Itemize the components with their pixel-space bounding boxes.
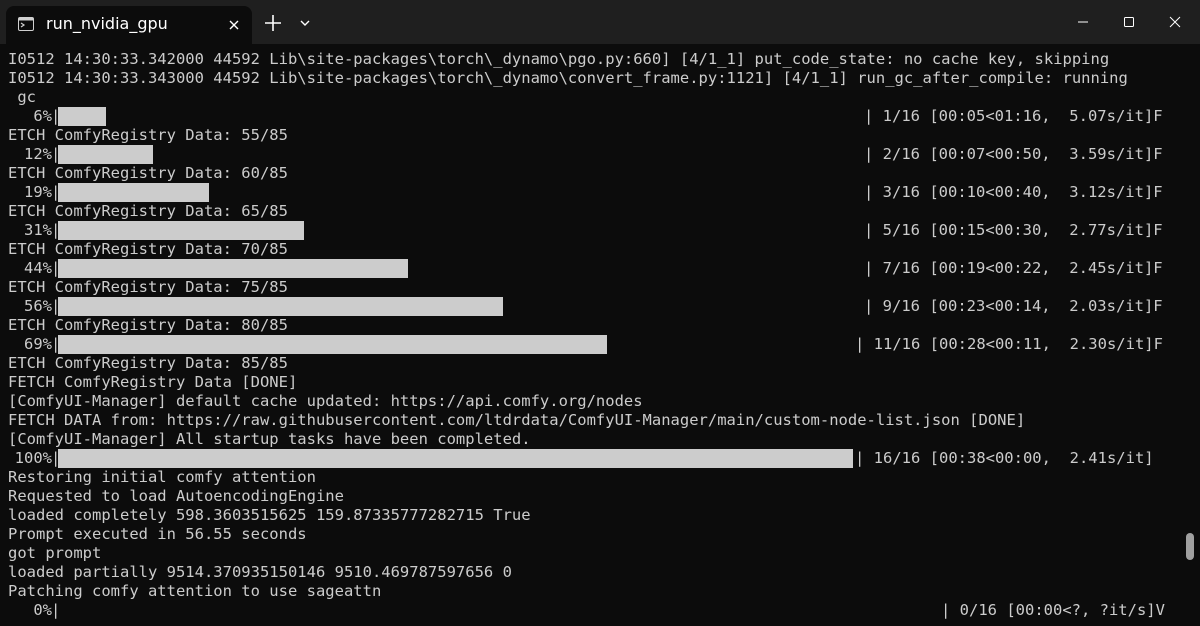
log-line: ETCH ComfyRegistry Data: 60/85 bbox=[8, 164, 288, 182]
log-line: I0512 14:30:33.342000 44592 Lib\site-pac… bbox=[8, 50, 1110, 68]
log-line: [ComfyUI-Manager] All startup tasks have… bbox=[8, 430, 531, 448]
progress-percent: 19% bbox=[24, 183, 52, 201]
progress-bar-fill bbox=[58, 259, 408, 278]
close-icon[interactable] bbox=[1152, 8, 1198, 36]
progress-bar-start: | bbox=[51, 601, 61, 619]
terminal-icon bbox=[18, 16, 34, 32]
scrollbar-thumb[interactable] bbox=[1186, 533, 1194, 560]
progress-percent: 6% bbox=[33, 107, 52, 125]
progress-stats: | 0/16 [00:00<?, ?it/s]V bbox=[941, 601, 1165, 619]
progress-bar-fill bbox=[58, 145, 153, 164]
tab-title: run_nvidia_gpu bbox=[46, 14, 168, 33]
log-line: loaded completely 598.3603515625 159.873… bbox=[8, 506, 531, 524]
progress-percent: 69% bbox=[24, 335, 52, 353]
log-line: FETCH ComfyRegistry Data [DONE] bbox=[8, 373, 298, 391]
log-line: [ComfyUI-Manager] default cache updated:… bbox=[8, 392, 643, 410]
progress-bar-fill bbox=[58, 297, 503, 316]
tab-run-nvidia-gpu[interactable]: run_nvidia_gpu bbox=[6, 6, 252, 44]
progress-bar-fill bbox=[58, 183, 209, 202]
progress-stats: | 1/16 [00:05<01:16, 5.07s/it]F bbox=[864, 107, 1163, 125]
log-line: gc bbox=[8, 88, 36, 106]
progress-stats: | 11/16 [00:28<00:11, 2.30s/it]F bbox=[855, 335, 1163, 353]
chevron-down-icon[interactable] bbox=[296, 14, 314, 32]
progress-stats: | 2/16 [00:07<00:50, 3.59s/it]F bbox=[864, 145, 1163, 163]
log-line: ETCH ComfyRegistry Data: 70/85 bbox=[8, 240, 288, 258]
progress-bar-fill bbox=[58, 335, 607, 354]
log-line: Requested to load AutoencodingEngine bbox=[8, 487, 344, 505]
log-line: Restoring initial comfy attention bbox=[8, 468, 316, 486]
maximize-icon[interactable] bbox=[1106, 8, 1152, 36]
progress-stats: | 7/16 [00:19<00:22, 2.45s/it]F bbox=[864, 259, 1163, 277]
plus-icon[interactable] bbox=[262, 12, 284, 34]
log-line: I0512 14:30:33.343000 44592 Lib\site-pac… bbox=[8, 69, 1128, 87]
progress-percent: 0% bbox=[33, 601, 52, 619]
log-line: ETCH ComfyRegistry Data: 85/85 bbox=[8, 354, 288, 372]
progress-stats: | 9/16 [00:23<00:14, 2.03s/it]F bbox=[864, 297, 1163, 315]
terminal-output[interactable]: I0512 14:30:33.342000 44592 Lib\site-pac… bbox=[0, 44, 1180, 626]
progress-bar-fill bbox=[58, 221, 304, 240]
progress-percent: 31% bbox=[24, 221, 52, 239]
log-line: ETCH ComfyRegistry Data: 80/85 bbox=[8, 316, 288, 334]
minimize-icon[interactable] bbox=[1060, 8, 1106, 36]
log-line: ETCH ComfyRegistry Data: 65/85 bbox=[8, 202, 288, 220]
progress-bar-fill bbox=[58, 107, 106, 126]
progress-stats: | 16/16 [00:38<00:00, 2.41s/it] bbox=[855, 449, 1154, 467]
close-tab-icon[interactable] bbox=[224, 15, 244, 35]
terminal-window: run_nvidia_gpu I0512 14:30:33.342000 445… bbox=[0, 0, 1200, 626]
progress-percent: 56% bbox=[24, 297, 52, 315]
title-bar[interactable]: run_nvidia_gpu bbox=[0, 0, 1200, 44]
log-line: ETCH ComfyRegistry Data: 55/85 bbox=[8, 126, 288, 144]
progress-stats: | 3/16 [00:10<00:40, 3.12s/it]F bbox=[864, 183, 1163, 201]
progress-percent: 44% bbox=[24, 259, 52, 277]
log-line: got prompt bbox=[8, 544, 102, 562]
progress-percent: 12% bbox=[24, 145, 52, 163]
log-line: Patching comfy attention to use sageattn bbox=[8, 582, 382, 600]
log-line: ETCH ComfyRegistry Data: 75/85 bbox=[8, 278, 288, 296]
progress-stats: | 5/16 [00:15<00:30, 2.77s/it]F bbox=[864, 221, 1163, 239]
progress-percent: 100% bbox=[14, 449, 52, 467]
log-line: FETCH DATA from: https://raw.githubuserc… bbox=[8, 411, 1026, 429]
log-line: Prompt executed in 56.55 seconds bbox=[8, 525, 307, 543]
log-line: loaded partially 9514.370935150146 9510.… bbox=[8, 563, 512, 581]
progress-bar-fill bbox=[58, 449, 853, 468]
